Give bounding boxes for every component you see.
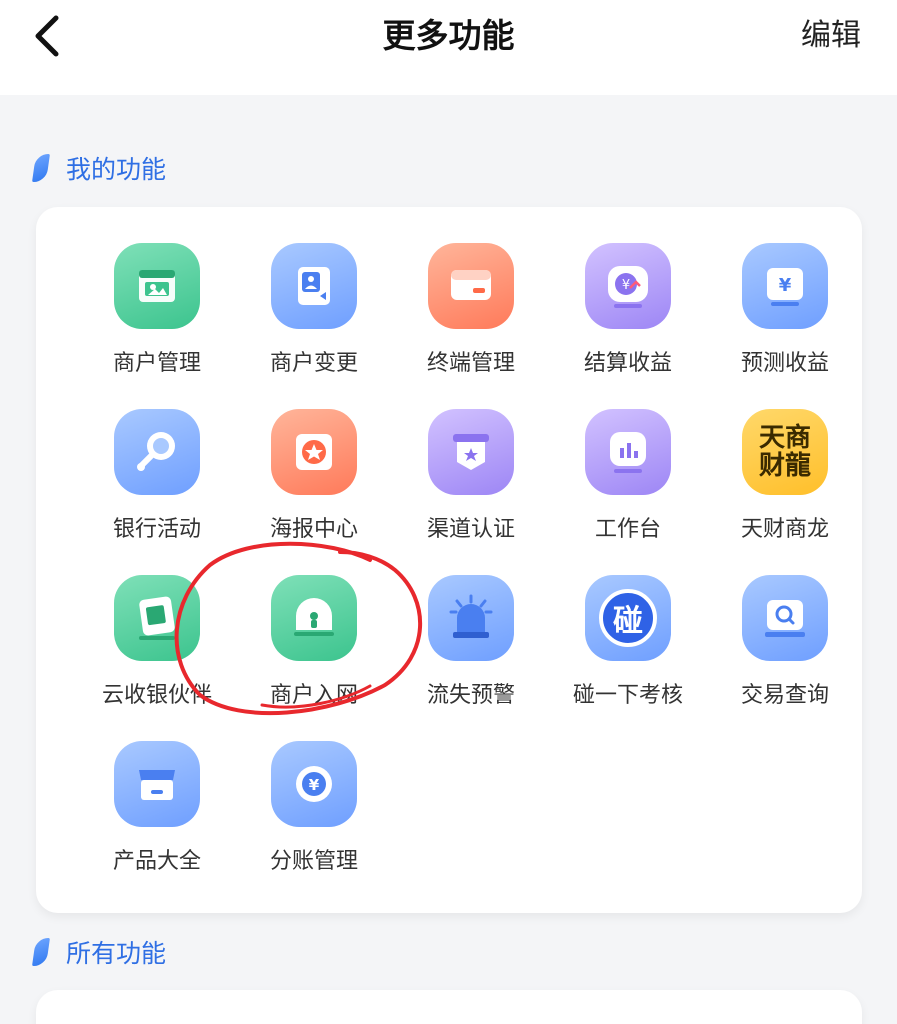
section-my-features: 我的功能 <box>32 150 167 186</box>
feature-item[interactable]: ¥ 分账管理 <box>239 705 389 874</box>
section-title: 我的功能 <box>66 155 167 184</box>
svg-text:¥: ¥ <box>622 278 630 293</box>
feature-label: 产品大全 <box>112 849 201 874</box>
svg-text:¥: ¥ <box>309 776 320 794</box>
leaf-icon <box>32 938 50 966</box>
feature-item[interactable]: 碰碰一下考核 <box>553 539 703 708</box>
feature-item[interactable]: 产品大全 <box>82 705 232 874</box>
feature-item[interactable]: 商户管理 <box>82 207 232 376</box>
feature-item[interactable]: 商户入网 <box>239 539 389 708</box>
feature-label: 碰一下考核 <box>572 683 683 708</box>
forecast-income-icon: ¥ <box>742 243 828 329</box>
feature-grid: 商户管理 商户变更 终端管理 ¥ 结算收益 ¥ 预测收益 银行活动 海报中心 渠道认证 工作台 天商 … <box>36 207 862 913</box>
feature-item[interactable]: ¥ 预测收益 <box>710 207 860 376</box>
feature-item[interactable]: 天商 财龍 天财商龙 <box>710 373 860 542</box>
feature-item[interactable]: ¥ 结算收益 <box>553 207 703 376</box>
merchant-management-icon <box>114 243 200 329</box>
churn-alert-icon <box>428 575 514 661</box>
logo-text: 天商 财龍 <box>758 423 811 481</box>
nav-bar: 更多功能 编辑 <box>0 0 897 95</box>
svg-text:¥: ¥ <box>779 275 792 296</box>
feature-item[interactable]: 海报中心 <box>239 373 389 542</box>
feature-item[interactable]: 交易查询 <box>710 539 860 708</box>
product-catalog-icon <box>114 741 200 827</box>
badge-text: 碰 <box>599 589 657 647</box>
feature-item[interactable]: 渠道认证 <box>396 373 546 542</box>
all-features-card <box>36 990 862 1024</box>
feature-item[interactable]: 流失预警 <box>396 539 546 708</box>
feature-item[interactable]: 银行活动 <box>82 373 232 542</box>
merchant-change-icon <box>271 243 357 329</box>
section-all-features: 所有功能 <box>32 934 167 970</box>
workbench-icon <box>585 409 671 495</box>
transaction-query-icon <box>742 575 828 661</box>
feature-label: 交易查询 <box>740 683 829 708</box>
page-title: 更多功能 <box>382 16 515 55</box>
channel-certification-icon <box>428 409 514 495</box>
my-features-card: 商户管理 商户变更 终端管理 ¥ 结算收益 ¥ 预测收益 银行活动 海报中心 渠道认证 工作台 天商 … <box>36 207 862 913</box>
poster-center-icon <box>271 409 357 495</box>
settlement-income-icon: ¥ <box>585 243 671 329</box>
feature-label: 流失预警 <box>426 683 515 708</box>
terminal-management-icon <box>428 243 514 329</box>
edit-button[interactable]: 编辑 <box>801 14 861 58</box>
feature-item[interactable]: 工作台 <box>553 373 703 542</box>
tap-assessment-icon: 碰 <box>585 575 671 661</box>
merchant-onboarding-icon <box>271 575 357 661</box>
section-title: 所有功能 <box>66 939 167 968</box>
feature-label: 分账管理 <box>269 849 358 874</box>
bank-activity-icon <box>114 409 200 495</box>
feature-item[interactable]: 终端管理 <box>396 207 546 376</box>
feature-item[interactable]: 云收银伙伴 <box>82 539 232 708</box>
tiancai-shanglong-logo: 天商 财龍 <box>742 409 828 495</box>
feature-item[interactable]: 商户变更 <box>239 207 389 376</box>
split-account-icon: ¥ <box>271 741 357 827</box>
leaf-icon <box>32 154 50 182</box>
cloud-cashier-partner-icon <box>114 575 200 661</box>
